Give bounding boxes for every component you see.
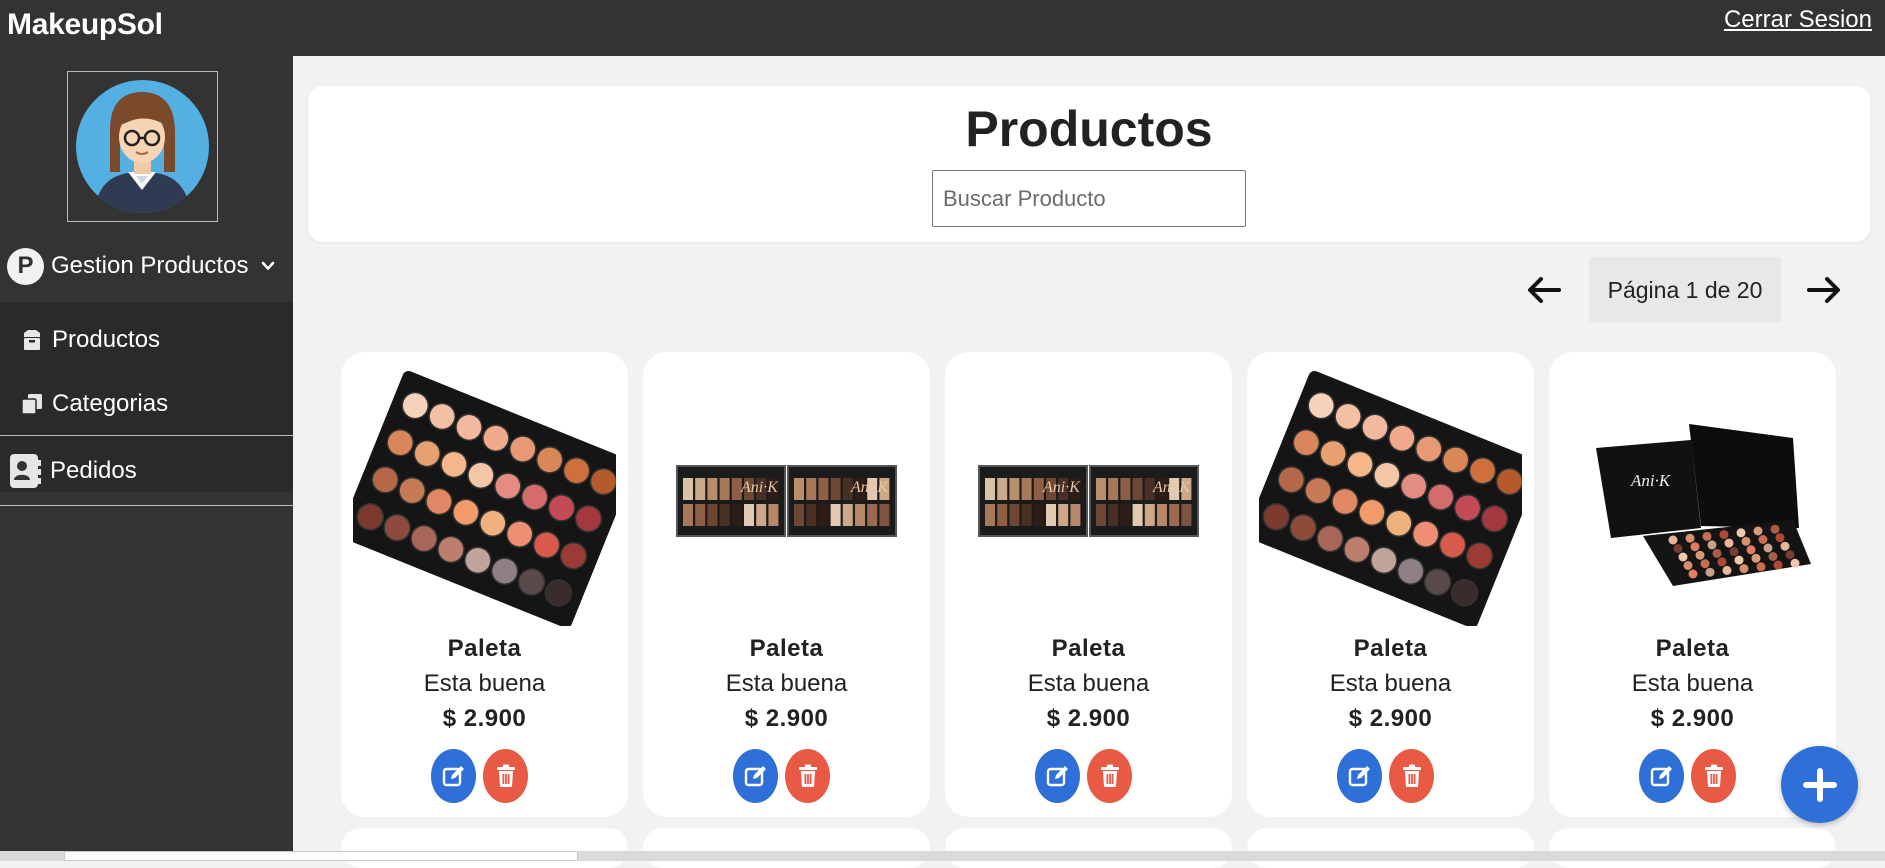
trash-icon [798, 764, 817, 787]
avatar-frame [67, 71, 218, 222]
chevron-down-icon [262, 261, 275, 270]
plus-icon [1802, 767, 1837, 802]
search-input[interactable] [932, 170, 1246, 227]
product-price: $ 2.900 [1348, 705, 1433, 732]
product-description: Esta buena [423, 670, 546, 697]
sidebar-item-label: Pedidos [50, 456, 137, 484]
edit-icon [1348, 766, 1370, 787]
svg-text:Ani·K: Ani·K [740, 479, 779, 496]
product-card: Paleta Esta buena $ 2.900 [1247, 352, 1534, 817]
products-header: Productos [308, 86, 1870, 242]
product-card: Ani·K Ani·K Paleta Esta buena $ 2.900 [945, 352, 1232, 817]
svg-text:Ani·K: Ani·K [1630, 471, 1672, 490]
product-name: Paleta [1655, 635, 1730, 662]
product-image: Ani·K Ani·K [655, 368, 918, 626]
product-image: Ani·K Ani·K [957, 368, 1220, 626]
product-description: Esta buena [1631, 670, 1754, 697]
product-card [945, 828, 1232, 868]
edit-product-button[interactable] [431, 749, 476, 803]
product-price: $ 2.900 [744, 705, 829, 732]
product-description: Esta buena [725, 670, 848, 697]
arrow-left-icon[interactable] [1525, 274, 1563, 306]
sidebar-item-label: Categorias [52, 389, 169, 417]
copy-icon [21, 393, 42, 415]
scrollbar-thumb[interactable] [64, 851, 578, 861]
sidebar: P Gestion Productos Productos Categorias [0, 56, 293, 861]
product-name: Paleta [1051, 635, 1126, 662]
edit-icon [1650, 766, 1672, 787]
page-title: Productos [965, 101, 1213, 157]
trash-icon [496, 764, 515, 787]
product-name: Paleta [447, 635, 522, 662]
trash-icon [1402, 764, 1421, 787]
box-icon [24, 329, 40, 350]
product-name: Paleta [1353, 635, 1428, 662]
divider [0, 505, 293, 506]
trash-icon [1704, 764, 1723, 787]
arrow-right-icon[interactable] [1805, 274, 1843, 306]
divider [0, 435, 293, 436]
delete-product-button[interactable] [1389, 749, 1434, 803]
avatar [76, 80, 209, 213]
brand-logo[interactable]: MakeupSol [7, 8, 163, 42]
edit-icon [744, 766, 766, 787]
trash-icon [1100, 764, 1119, 787]
group-badge: P [7, 247, 44, 285]
logout-link[interactable]: Cerrar Sesion [1724, 6, 1872, 34]
delete-product-button[interactable] [785, 749, 830, 803]
product-card: Ani·K Paleta Esta buena $ 2.900 [1549, 352, 1836, 817]
delete-product-button[interactable] [1691, 749, 1736, 803]
delete-product-button[interactable] [1087, 749, 1132, 803]
product-image: Ani·K [1561, 368, 1824, 626]
svg-text:Ani·K: Ani·K [1042, 479, 1081, 496]
edit-product-button[interactable] [1337, 749, 1382, 803]
product-card: Paleta Esta buena $ 2.900 [341, 352, 628, 817]
sidebar-item-pedidos[interactable]: Pedidos [0, 437, 293, 504]
product-price: $ 2.900 [1046, 705, 1131, 732]
sidebar-item-categorias[interactable]: Categorias [0, 376, 293, 431]
svg-text:Ani·K: Ani·K [850, 479, 889, 496]
nav-group-label: Gestion Productos [51, 252, 249, 279]
nav-group-gestion-productos[interactable]: P Gestion Productos [0, 240, 293, 292]
product-image [1259, 368, 1522, 626]
product-name: Paleta [749, 635, 824, 662]
product-card [341, 828, 628, 868]
add-product-button[interactable] [1781, 746, 1858, 823]
edit-product-button[interactable] [1035, 749, 1080, 803]
product-price: $ 2.900 [1650, 705, 1735, 732]
delete-product-button[interactable] [483, 749, 528, 803]
product-description: Esta buena [1329, 670, 1452, 697]
product-card [1247, 828, 1534, 868]
edit-product-button[interactable] [733, 749, 778, 803]
contact-card-icon [10, 453, 41, 488]
product-card [1549, 828, 1836, 868]
sidebar-item-productos[interactable]: Productos [0, 312, 293, 367]
product-price: $ 2.900 [442, 705, 527, 732]
product-description: Esta buena [1027, 670, 1150, 697]
edit-product-button[interactable] [1639, 749, 1684, 803]
sidebar-item-label: Productos [52, 325, 161, 353]
edit-icon [1046, 766, 1068, 787]
top-bar: MakeupSol Cerrar Sesion [0, 0, 1885, 56]
product-card: Ani·K Ani·K Paleta Esta buena $ 2.900 [643, 352, 930, 817]
svg-text:Ani·K: Ani·K [1152, 479, 1191, 496]
edit-icon [442, 766, 464, 787]
product-image [353, 368, 616, 626]
pagination-label: Página 1 de 20 [1589, 257, 1781, 323]
product-card [643, 828, 930, 868]
